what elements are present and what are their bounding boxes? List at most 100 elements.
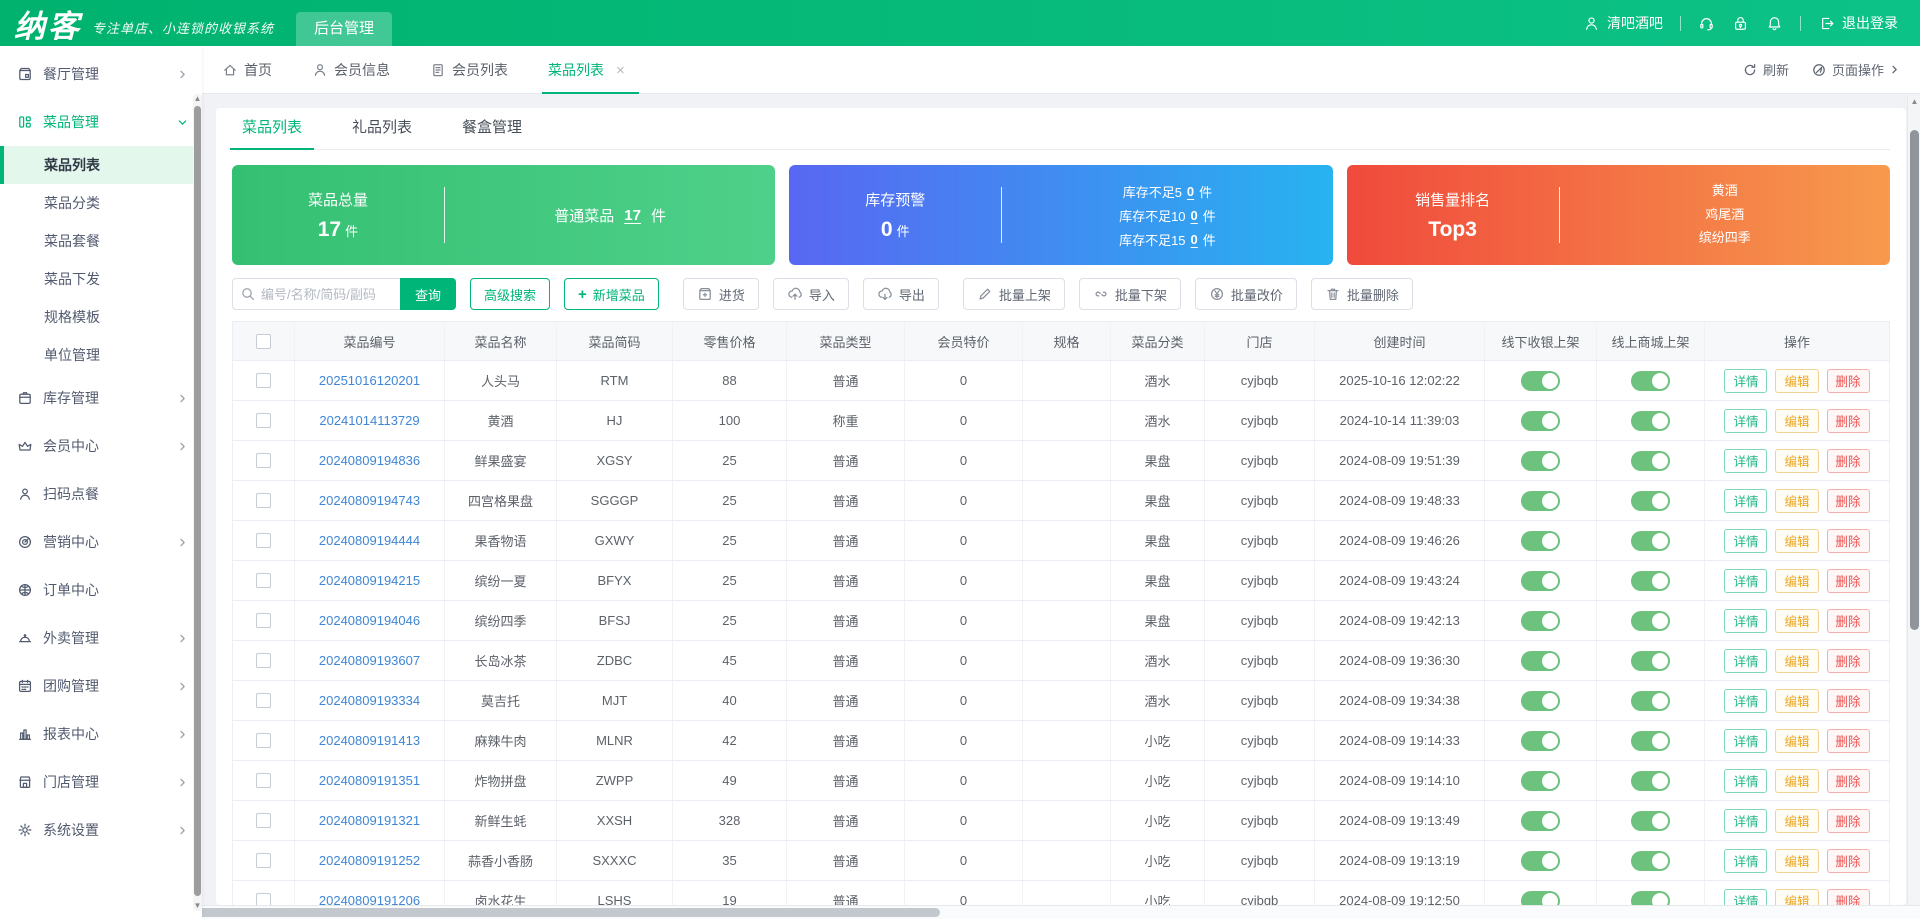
detail-button[interactable]: 详情 [1724, 688, 1768, 713]
delete-button[interactable]: 删除 [1826, 848, 1870, 873]
edit-button[interactable]: 编辑 [1775, 448, 1819, 473]
sidebar-subitem-菜品分类[interactable]: 菜品分类 [0, 184, 202, 222]
delete-button[interactable]: 删除 [1826, 448, 1870, 473]
sidebar-item-库存管理[interactable]: 库存管理 [0, 374, 202, 422]
close-tab-icon[interactable]: × [616, 62, 625, 79]
offline-shelf-toggle[interactable] [1521, 770, 1560, 791]
sidebar-subitem-菜品列表[interactable]: 菜品列表 [0, 146, 202, 184]
main-scroll-thumb[interactable] [1910, 130, 1919, 630]
row-checkbox[interactable] [256, 773, 271, 788]
offline-shelf-toggle[interactable] [1521, 530, 1560, 551]
delete-button[interactable]: 删除 [1826, 568, 1870, 593]
edit-button[interactable]: 编辑 [1775, 888, 1819, 905]
dish-code-link[interactable]: 20240809193334 [295, 681, 445, 720]
sidebar-scroll-thumb[interactable] [194, 106, 201, 896]
online-shelf-toggle[interactable] [1631, 570, 1670, 591]
offline-shelf-toggle[interactable] [1521, 450, 1560, 471]
detail-button[interactable]: 详情 [1724, 728, 1768, 753]
online-shelf-toggle[interactable] [1631, 490, 1670, 511]
stock-line-value[interactable]: 0 [1186, 232, 1203, 247]
dish-code-link[interactable]: 20240809194743 [295, 481, 445, 520]
window-tab-菜品列表[interactable]: 菜品列表 × [542, 46, 639, 94]
toolbar-button-新增菜品[interactable]: + 新增菜品 [564, 278, 659, 310]
select-all-checkbox[interactable] [256, 333, 271, 349]
sidebar-item-系统设置[interactable]: 系统设置 [0, 806, 202, 854]
delete-button[interactable]: 删除 [1826, 648, 1870, 673]
dish-code-link[interactable]: 20240809191413 [295, 721, 445, 760]
account-menu[interactable]: 清吧酒吧 [1583, 13, 1663, 33]
sidebar-item-报表中心[interactable]: 报表中心 [0, 710, 202, 758]
offline-shelf-toggle[interactable] [1521, 850, 1560, 871]
sidebar-subitem-菜品套餐[interactable]: 菜品套餐 [0, 222, 202, 260]
online-shelf-toggle[interactable] [1631, 770, 1670, 791]
edit-button[interactable]: 编辑 [1775, 488, 1819, 513]
sidebar-subitem-菜品下发[interactable]: 菜品下发 [0, 260, 202, 298]
sidebar-subitem-规格模板[interactable]: 规格模板 [0, 298, 202, 336]
stock-line-value[interactable]: 0 [1182, 184, 1199, 199]
dish-code-link[interactable]: 20240809191206 [295, 881, 445, 905]
delete-button[interactable]: 删除 [1826, 728, 1870, 753]
delete-button[interactable]: 删除 [1826, 688, 1870, 713]
toolbar-button-导出[interactable]: 导出 [862, 278, 939, 310]
window-tab-首页[interactable]: 首页 [222, 46, 272, 94]
toolbar-button-进货[interactable]: 进货 [682, 278, 759, 310]
edit-button[interactable]: 编辑 [1775, 848, 1819, 873]
toolbar-button-高级搜索[interactable]: 高级搜索 [470, 278, 551, 310]
edit-button[interactable]: 编辑 [1775, 368, 1819, 393]
online-shelf-toggle[interactable] [1631, 530, 1670, 551]
nav-tab-backend[interactable]: 后台管理 [296, 12, 393, 46]
scroll-up-arrow[interactable]: ▲ [193, 94, 202, 104]
window-tab-会员列表[interactable]: 会员列表 [430, 46, 508, 94]
offline-shelf-toggle[interactable] [1521, 890, 1560, 905]
edit-button[interactable]: 编辑 [1775, 568, 1819, 593]
online-shelf-toggle[interactable] [1631, 370, 1670, 391]
row-checkbox[interactable] [256, 733, 271, 748]
row-checkbox[interactable] [256, 413, 271, 428]
dish-code-link[interactable]: 20240809191321 [295, 801, 445, 840]
offline-shelf-toggle[interactable] [1521, 410, 1560, 431]
edit-button[interactable]: 编辑 [1775, 688, 1819, 713]
lock-icon[interactable] [1732, 15, 1749, 32]
support-headset-icon[interactable] [1698, 15, 1715, 32]
detail-button[interactable]: 详情 [1724, 888, 1768, 905]
offline-shelf-toggle[interactable] [1521, 370, 1560, 391]
edit-button[interactable]: 编辑 [1775, 528, 1819, 553]
main-vertical-scrollbar[interactable]: ▲ [1907, 96, 1920, 905]
detail-button[interactable]: 详情 [1724, 528, 1768, 553]
edit-button[interactable]: 编辑 [1775, 648, 1819, 673]
delete-button[interactable]: 删除 [1826, 488, 1870, 513]
tab-菜品列表[interactable]: 菜品列表 [229, 116, 315, 150]
delete-button[interactable]: 删除 [1826, 808, 1870, 833]
edit-button[interactable]: 编辑 [1775, 768, 1819, 793]
page-ops-button[interactable]: 页面操作 [1811, 60, 1900, 79]
detail-button[interactable]: 详情 [1724, 368, 1768, 393]
detail-button[interactable]: 详情 [1724, 808, 1768, 833]
offline-shelf-toggle[interactable] [1521, 490, 1560, 511]
edit-button[interactable]: 编辑 [1775, 808, 1819, 833]
dish-code-link[interactable]: 20240809194444 [295, 521, 445, 560]
sidebar-scrollbar[interactable]: ▲ ▼ [193, 94, 202, 911]
refresh-button[interactable]: 刷新 [1742, 60, 1789, 79]
logout-button[interactable]: 退出登录 [1818, 13, 1898, 33]
row-checkbox[interactable] [256, 853, 271, 868]
sidebar-item-会员中心[interactable]: 会员中心 [0, 422, 202, 470]
online-shelf-toggle[interactable] [1631, 730, 1670, 751]
sidebar-item-门店管理[interactable]: 门店管理 [0, 758, 202, 806]
detail-button[interactable]: 详情 [1724, 608, 1768, 633]
delete-button[interactable]: 删除 [1826, 528, 1870, 553]
dish-code-link[interactable]: 20240809191252 [295, 841, 445, 880]
dish-code-link[interactable]: 20240809194046 [295, 601, 445, 640]
tab-餐盒管理[interactable]: 餐盒管理 [458, 116, 526, 149]
sidebar-item-外卖管理[interactable]: 外卖管理 [0, 614, 202, 662]
edit-button[interactable]: 编辑 [1775, 728, 1819, 753]
online-shelf-toggle[interactable] [1631, 410, 1670, 431]
row-checkbox[interactable] [256, 613, 271, 628]
online-shelf-toggle[interactable] [1631, 810, 1670, 831]
bell-icon[interactable] [1766, 15, 1783, 32]
online-shelf-toggle[interactable] [1631, 610, 1670, 631]
edit-button[interactable]: 编辑 [1775, 608, 1819, 633]
detail-button[interactable]: 详情 [1724, 648, 1768, 673]
detail-button[interactable]: 详情 [1724, 448, 1768, 473]
dish-code-link[interactable]: 20240809194215 [295, 561, 445, 600]
dish-code-link[interactable]: 20251016120201 [295, 361, 445, 400]
